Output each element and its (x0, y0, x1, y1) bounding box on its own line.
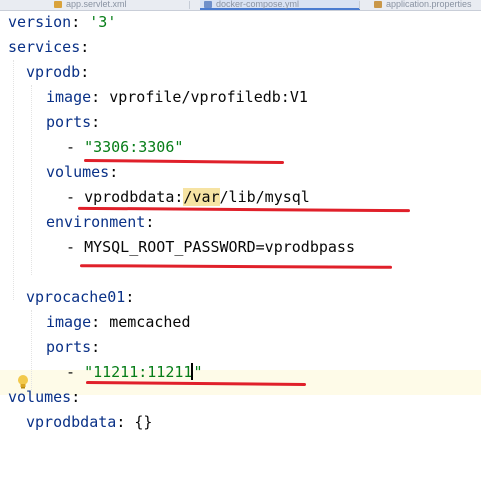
yaml-string: "3306:3306" (84, 138, 184, 156)
code-line: image: vprofile/vprofiledb:V1 (46, 88, 308, 106)
yaml-value: /lib/mysql (219, 188, 310, 206)
code-line: ports: (46, 113, 101, 131)
code-line: volumes: (8, 388, 81, 406)
code-line: environment: (46, 213, 155, 231)
yaml-value: MYSQL_ROOT_PASSWORD=vprodbpass (84, 238, 355, 256)
properties-file-icon (374, 1, 382, 8)
yaml-value: vprofile/vprofiledb:V1 (109, 88, 308, 106)
yaml-key: vprocache01 (26, 288, 126, 306)
yaml-value: vprodbdata (84, 188, 175, 206)
indent-guide (31, 85, 32, 275)
yaml-value: memcached (109, 313, 191, 331)
yaml-key: ports (46, 113, 92, 131)
code-line: image: memcached (46, 313, 191, 331)
yaml-key: environment (46, 213, 146, 231)
code-line: vprocache01: (26, 288, 135, 306)
tab-application-properties[interactable]: application.properties (370, 0, 481, 10)
tab-servlet-xml[interactable]: app.servlet.xml (50, 0, 190, 10)
tab-docker-compose[interactable]: docker-compose.yml (200, 0, 360, 10)
yaml-file-icon (204, 1, 212, 8)
yaml-key: volumes (8, 388, 72, 406)
code-line: - MYSQL_ROOT_PASSWORD=vprodbpass (66, 238, 355, 256)
yaml-key: ports (46, 338, 92, 356)
indent-guide (13, 60, 14, 300)
tab-label: application.properties (386, 0, 472, 9)
yaml-string: '3' (89, 13, 117, 31)
yaml-key: volumes (46, 163, 110, 181)
yaml-key: version (8, 13, 72, 31)
yaml-key: vprodbdata (26, 413, 117, 431)
code-editor[interactable]: version: '3' services: vprodb: image: vp… (0, 10, 481, 487)
yaml-key: vprodb (26, 63, 81, 81)
code-line: vprodbdata: {} (26, 413, 153, 431)
search-match-highlight: /var (183, 188, 220, 206)
yaml-key: services (8, 38, 81, 56)
code-line: volumes: (46, 163, 119, 181)
indent-guide (31, 310, 32, 390)
yaml-key: image (46, 88, 92, 106)
code-line: ports: (46, 338, 101, 356)
code-line: services: (8, 38, 90, 56)
xml-file-icon (54, 1, 62, 8)
yaml-string: " (193, 363, 203, 381)
annotation-underline (79, 264, 393, 269)
yaml-string: "11211:11211 (84, 363, 193, 381)
code-line: - "3306:3306" (66, 138, 184, 156)
tab-label: docker-compose.yml (216, 0, 300, 9)
tab-label: app.servlet.xml (66, 0, 127, 9)
yaml-value: {} (134, 413, 153, 431)
yaml-key: image (46, 313, 92, 331)
code-line: version: '3' (8, 13, 117, 31)
code-line: vprodb: (26, 63, 90, 81)
